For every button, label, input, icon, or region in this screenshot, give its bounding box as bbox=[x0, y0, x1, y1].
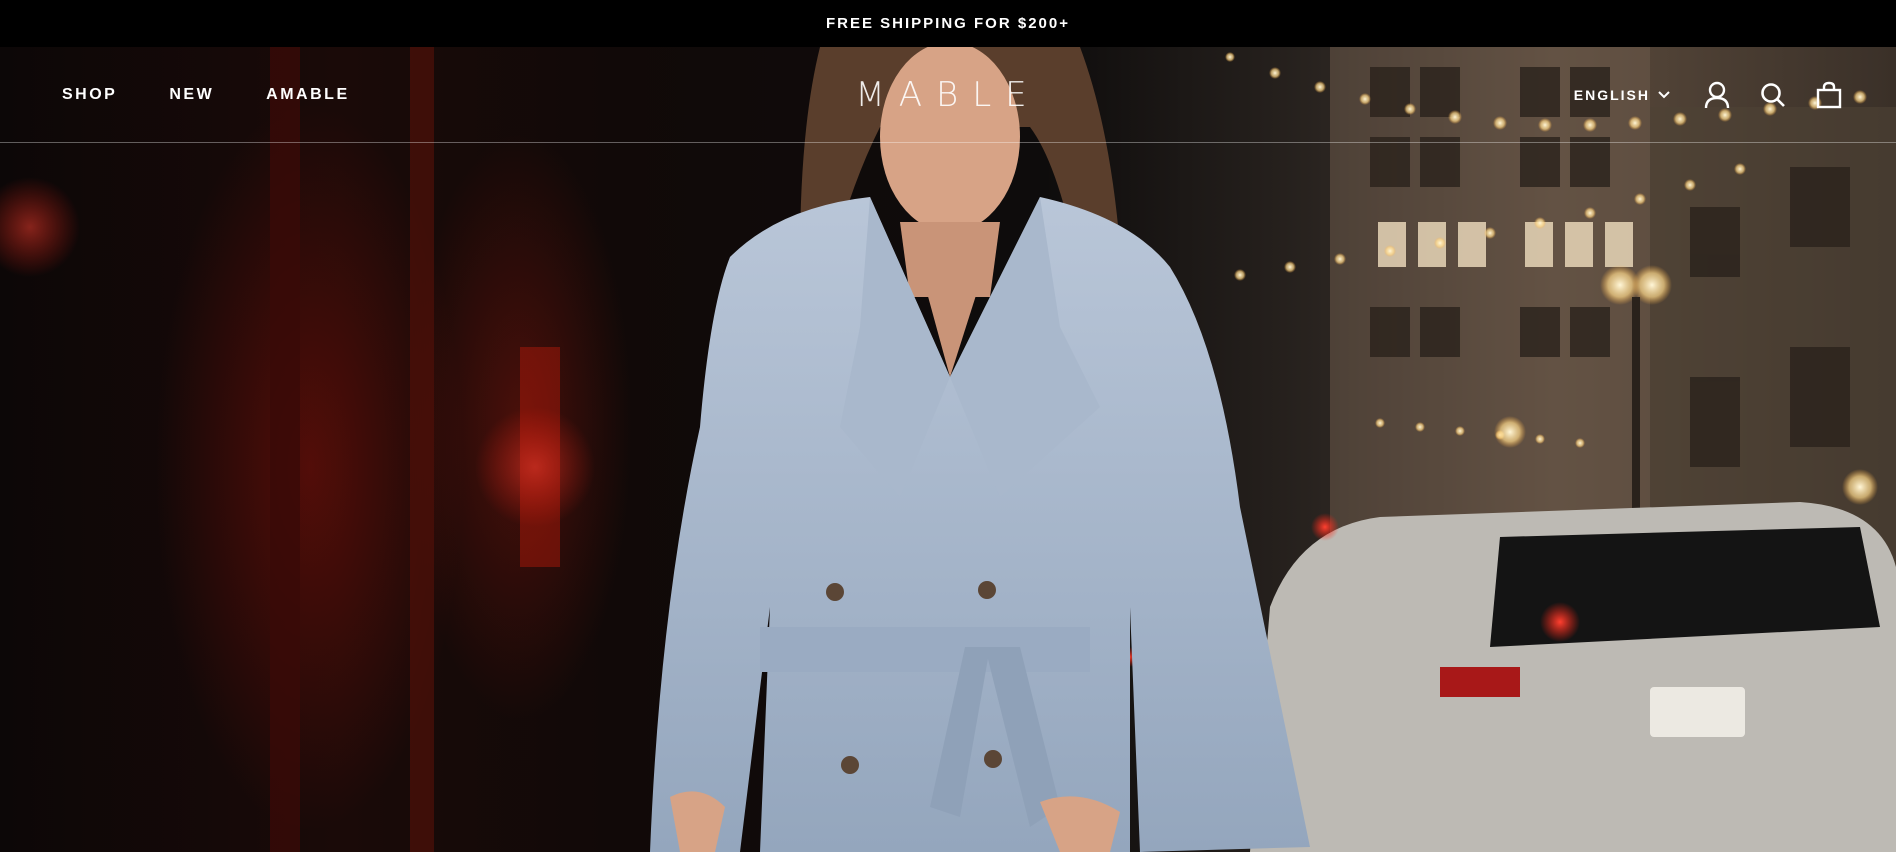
chevron-down-icon bbox=[1658, 90, 1670, 98]
account-icon[interactable] bbox=[1702, 80, 1732, 110]
site-header: SHOP NEW AMABLE MABLE ENGLISH bbox=[0, 47, 1896, 143]
brand-logo-text[interactable]: MABLE bbox=[855, 75, 1040, 115]
language-selector[interactable]: ENGLISH bbox=[1574, 87, 1670, 103]
hero-scene bbox=[0, 47, 1896, 852]
announcement-text: FREE SHIPPING FOR $200+ bbox=[826, 15, 1070, 32]
announcement-bar: FREE SHIPPING FOR $200+ bbox=[0, 0, 1896, 47]
language-label: ENGLISH bbox=[1573, 86, 1650, 103]
nav-amable[interactable]: AMABLE bbox=[266, 86, 349, 104]
hero-image bbox=[0, 47, 1896, 852]
nav-new[interactable]: NEW bbox=[169, 86, 214, 104]
nav-shop[interactable]: SHOP bbox=[62, 86, 117, 104]
search-icon[interactable] bbox=[1758, 80, 1788, 110]
cart-icon[interactable] bbox=[1814, 80, 1844, 110]
header-tools: ENGLISH bbox=[1574, 47, 1844, 142]
main-nav: SHOP NEW AMABLE bbox=[62, 47, 350, 142]
